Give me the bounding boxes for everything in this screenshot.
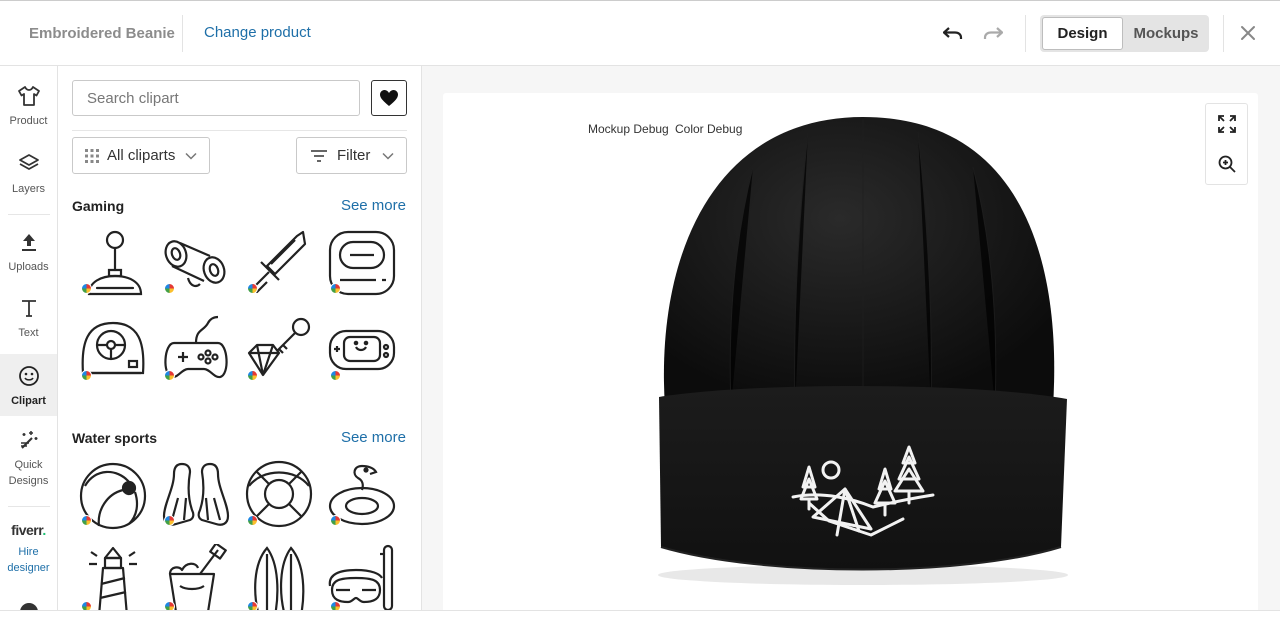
divider <box>1223 15 1224 52</box>
filter-icon <box>311 149 327 162</box>
rail-item-uploads[interactable]: Uploads <box>0 230 57 275</box>
canvas-tools <box>1205 103 1248 185</box>
clipart-item[interactable] <box>241 456 317 532</box>
redo-button[interactable] <box>980 21 1006 47</box>
rail-item-label: Uploads <box>8 261 49 273</box>
undo-icon <box>943 27 963 39</box>
clipart-item[interactable] <box>324 456 400 532</box>
rail-item-label: Clipart <box>11 395 46 407</box>
filter-label: Filter <box>337 147 371 164</box>
expand-icon <box>1217 115 1236 133</box>
heart-icon <box>380 90 398 106</box>
divider <box>8 214 50 215</box>
undo-button[interactable] <box>940 21 966 47</box>
change-product-link[interactable]: Change product <box>204 24 311 41</box>
clipart-item[interactable] <box>324 224 400 300</box>
clipart-item[interactable] <box>75 456 151 532</box>
product-name: Embroidered Beanie <box>29 25 175 42</box>
rail-item-label: Text <box>18 327 39 339</box>
rail-item-hire-designer[interactable]: fiverr. Hire designer <box>0 522 57 576</box>
top-header: Embroidered Beanie Change product Design… <box>0 0 1280 66</box>
clipart-item[interactable] <box>75 542 151 611</box>
zoom-in-icon <box>1218 155 1236 173</box>
clipart-panel: All cliparts Filter Gaming See more <box>58 66 422 611</box>
clipart-item[interactable] <box>324 542 400 611</box>
rail-item-product[interactable]: Product <box>0 84 57 129</box>
zoom-button[interactable] <box>1206 144 1247 184</box>
clipart-item[interactable] <box>158 224 234 300</box>
clipart-item[interactable] <box>158 456 234 532</box>
section-title-water-sports: Water sports <box>72 430 158 446</box>
clipart-item[interactable] <box>241 311 317 387</box>
filter-dropdown[interactable]: Filter <box>296 137 407 174</box>
divider <box>8 506 50 507</box>
all-cliparts-dropdown[interactable]: All cliparts <box>72 137 210 174</box>
grid-icon <box>85 148 99 163</box>
see-more-water-sports-link[interactable]: See more <box>341 429 406 446</box>
rail-item-label: Hire designer <box>7 546 50 574</box>
rail-item-text[interactable]: Text <box>0 296 57 341</box>
rail-item-clipart[interactable]: Clipart <box>0 354 57 416</box>
all-cliparts-label: All cliparts <box>107 147 176 164</box>
design-canvas: Mockup Debug Color Debug <box>443 93 1258 611</box>
clipart-item[interactable] <box>241 224 317 300</box>
favorites-button[interactable] <box>371 80 407 116</box>
clipart-item[interactable] <box>158 311 234 387</box>
clipart-item[interactable] <box>158 542 234 611</box>
clipart-item[interactable] <box>324 311 400 387</box>
rail-item-label: Layers <box>11 183 46 195</box>
rail-item-label: Quick Designs <box>8 459 49 487</box>
canvas-area: Mockup Debug Color Debug <box>422 66 1280 611</box>
divider <box>72 130 407 131</box>
close-icon <box>1241 26 1255 40</box>
beanie-product-image <box>658 117 1068 585</box>
mode-toggle: Design Mockups <box>1040 15 1209 52</box>
smiley-icon <box>17 364 41 388</box>
bottom-bar <box>0 610 1280 621</box>
divider <box>182 15 183 52</box>
divider <box>1025 15 1026 52</box>
fiverr-logo-dot: . <box>42 522 46 538</box>
rail-item-quick-designs[interactable]: Quick Designs <box>0 428 57 489</box>
see-more-gaming-link[interactable]: See more <box>341 197 406 214</box>
clipart-item[interactable] <box>75 224 151 300</box>
text-icon <box>17 296 41 320</box>
magic-wand-icon <box>17 428 41 452</box>
rail-item-layers[interactable]: Layers <box>0 152 57 197</box>
tool-rail: Product Layers Uploads Text Clipart Quic… <box>0 66 58 611</box>
search-clipart-input[interactable] <box>72 80 360 116</box>
fiverr-logo: fiverr. <box>11 522 46 538</box>
clipart-item[interactable] <box>241 542 317 611</box>
chevron-down-icon <box>185 152 197 160</box>
redo-icon <box>983 27 1003 39</box>
design-mode-button[interactable]: Design <box>1042 17 1123 50</box>
section-title-gaming: Gaming <box>72 198 125 214</box>
chevron-down-icon <box>382 152 394 160</box>
upload-icon <box>17 230 41 254</box>
clipart-item[interactable] <box>75 311 151 387</box>
fullscreen-button[interactable] <box>1206 104 1247 144</box>
mockups-mode-button[interactable]: Mockups <box>1125 17 1207 50</box>
layers-icon <box>17 152 41 176</box>
fiverr-logo-text: fiverr <box>11 522 43 538</box>
shirt-icon <box>17 84 41 108</box>
close-button[interactable] <box>1238 23 1258 43</box>
rail-item-label: Product <box>9 115 48 127</box>
